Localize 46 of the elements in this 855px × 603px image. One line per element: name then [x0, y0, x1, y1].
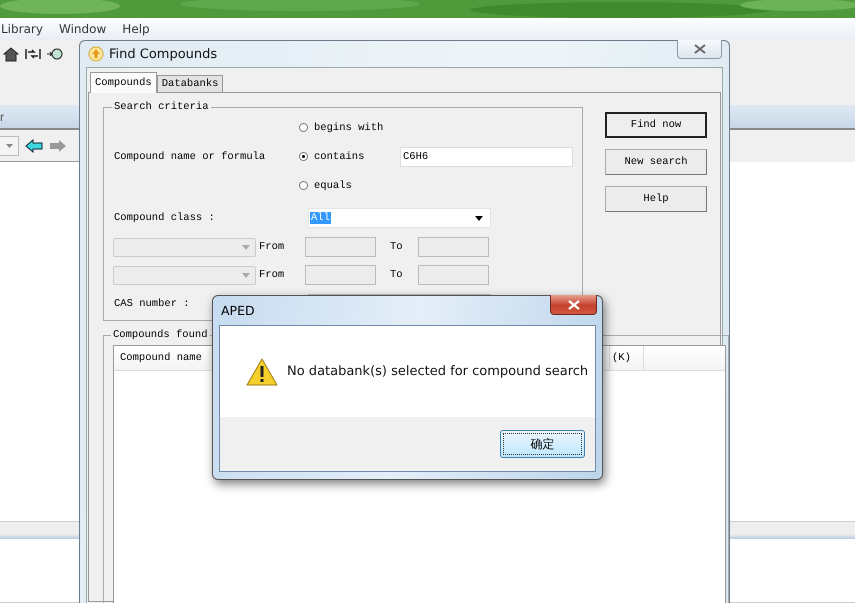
- field-label: Compound name or formula: [114, 150, 266, 162]
- warning-icon: [246, 358, 278, 386]
- ok-button[interactable]: 确定: [500, 430, 585, 458]
- left-arrow-icon[interactable]: [25, 138, 43, 152]
- field-label: CAS number :: [114, 298, 191, 310]
- radio-option[interactable]: contains: [299, 150, 400, 162]
- menu-item[interactable]: Help: [121, 22, 151, 36]
- close-button[interactable]: [550, 295, 597, 315]
- caret-icon: [242, 244, 250, 250]
- column-header[interactable]: (K): [610, 346, 644, 370]
- field-label: To: [389, 241, 404, 253]
- right-arrow-icon[interactable]: [49, 138, 67, 152]
- close-icon: [694, 44, 706, 54]
- tab[interactable]: Databanks: [156, 75, 224, 92]
- dropdown[interactable]: [0, 136, 19, 156]
- close-icon: [568, 300, 580, 310]
- pane-header: r: [0, 105, 79, 130]
- house-icon[interactable]: [3, 46, 19, 62]
- arrows-icon[interactable]: [25, 46, 41, 62]
- menu-item[interactable]: Library: [0, 22, 44, 36]
- dialog-title: APED: [221, 303, 255, 318]
- push-button[interactable]: Help: [605, 186, 707, 212]
- radio-option[interactable]: equals: [299, 180, 400, 192]
- radio-button[interactable]: [299, 181, 308, 190]
- menu-item[interactable]: Window: [58, 22, 108, 36]
- push-button[interactable]: Find now: [605, 112, 707, 138]
- field-label: To: [389, 269, 404, 281]
- close-button[interactable]: [677, 40, 722, 59]
- radio-button[interactable]: [299, 152, 308, 161]
- field-label: Compound class :: [114, 212, 216, 224]
- node-icon[interactable]: [47, 46, 63, 62]
- field-label: From: [258, 269, 286, 281]
- group-legend: Compounds found: [111, 329, 210, 341]
- caret-icon: [242, 272, 250, 278]
- push-button[interactable]: New search: [605, 149, 707, 175]
- dialog-message: No databank(s) selected for compound search: [287, 364, 588, 379]
- tab[interactable]: Compounds: [90, 72, 157, 93]
- radio-option[interactable]: begins with: [299, 122, 400, 134]
- input-field[interactable]: C6H6: [400, 146, 573, 166]
- window-title: Find Compounds: [109, 46, 218, 62]
- caret-icon: [6, 144, 12, 148]
- group-legend: Search criteria: [112, 101, 211, 113]
- radio-button[interactable]: [299, 123, 308, 132]
- caret-icon: [475, 216, 483, 220]
- field-label: From: [258, 241, 286, 253]
- app-icon: [88, 46, 104, 62]
